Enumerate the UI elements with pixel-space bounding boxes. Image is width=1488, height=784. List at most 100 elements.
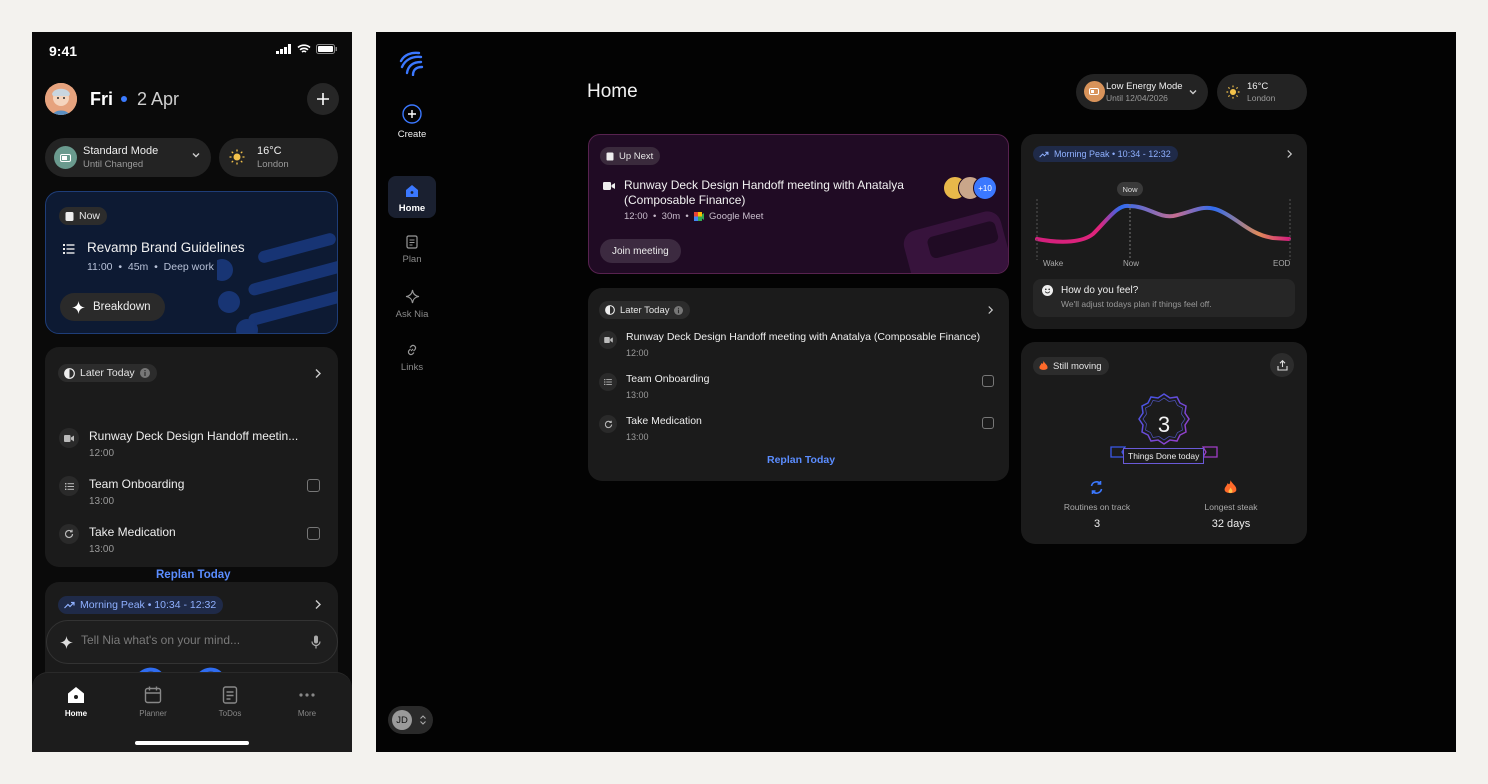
up-next-meta: 12:00 • 30m • Google Meet [624, 211, 764, 222]
nav-plan[interactable]: Plan [388, 235, 436, 265]
later-item-title[interactable]: Runway Deck Design Handoff meeting with … [626, 331, 980, 343]
repeat-icon [599, 415, 617, 433]
plus-circle-icon [402, 104, 422, 124]
battery-mode-icon [1084, 81, 1105, 102]
later-today-card[interactable]: Later Today Runway Deck Design Handoff m… [588, 288, 1009, 481]
avatar[interactable] [45, 83, 77, 115]
sparkle-icon [60, 636, 73, 649]
now-title: Revamp Brand Guidelines [87, 240, 245, 255]
home-icon [406, 185, 418, 197]
sun-icon [1226, 85, 1240, 99]
sparkle-icon [72, 300, 85, 314]
attendee-more-badge: +10 [973, 176, 997, 200]
signal-icon [276, 44, 291, 54]
chevron-right-icon[interactable] [1286, 149, 1293, 159]
flame-icon [1039, 361, 1048, 370]
ask-nia-input-bar[interactable] [46, 620, 338, 664]
task-checkbox[interactable] [307, 527, 320, 540]
tab-todos[interactable]: ToDos [200, 685, 260, 718]
trend-up-icon [1039, 151, 1049, 157]
feel-check-in[interactable]: How do you feel? We'll adjust todays pla… [1033, 279, 1295, 317]
later-item-time: 12:00 [626, 348, 649, 358]
task-checkbox[interactable] [982, 375, 994, 387]
join-meeting-button[interactable]: Join meeting [600, 239, 681, 263]
weather-temp: 16°C [257, 145, 282, 157]
status-icons [276, 44, 338, 54]
desktop-screen: Create Home Plan Ask Nia Links JD Home L… [376, 32, 1456, 752]
tab-planner[interactable]: Planner [123, 685, 183, 718]
app-logo [399, 51, 424, 76]
later-item-title[interactable]: Take Medication [626, 415, 702, 427]
chevron-updown-icon [420, 715, 426, 725]
calendar-icon [144, 686, 162, 704]
repeat-icon [59, 524, 79, 544]
share-button[interactable] [1270, 353, 1294, 377]
still-moving-card[interactable]: Still moving 3 Things Done today Routine… [1021, 342, 1307, 544]
later-today-tag: Later Today [58, 364, 157, 382]
up-next-title: Runway Deck Design Handoff meeting with … [624, 178, 904, 207]
user-menu[interactable]: JD [388, 706, 433, 734]
nav-ask-nia[interactable]: Ask Nia [388, 289, 436, 320]
task-checkbox[interactable] [307, 479, 320, 492]
add-button[interactable] [307, 83, 339, 115]
replan-today-link[interactable]: Replan Today [156, 569, 231, 581]
trend-up-icon [64, 601, 75, 609]
share-icon [1276, 359, 1288, 371]
chevron-right-icon[interactable] [314, 599, 322, 610]
tab-bar: Home Planner ToDos More [32, 672, 352, 752]
morning-peak-card[interactable]: Morning Peak • 10:34 - 12:32 Now Wake No… [1021, 134, 1307, 329]
up-next-card[interactable]: Up Next Runway Deck Design Handoff meeti… [588, 134, 1009, 274]
later-item-title[interactable]: Runway Deck Design Handoff meetin... [89, 429, 298, 443]
weather-city: London [1247, 93, 1276, 103]
stat-label: Longest steak [1204, 502, 1258, 512]
chevron-right-icon[interactable] [314, 368, 322, 379]
decorative-stripes [217, 233, 337, 333]
now-meta: 11:00 • 45m • Deep work [87, 261, 214, 273]
chevron-down-icon [192, 153, 200, 158]
sun-icon [229, 149, 245, 165]
morning-peak-tag: Morning Peak • 10:34 - 12:32 [1033, 146, 1178, 162]
info-icon [674, 305, 684, 315]
stat-value: 3 [1093, 518, 1101, 530]
weather-widget[interactable]: 16°C London [1217, 74, 1307, 110]
later-item-title[interactable]: Take Medication [89, 525, 176, 539]
still-moving-tag: Still moving [1033, 357, 1109, 375]
weather-temp: 16°C [1247, 81, 1269, 92]
things-done-ribbon: Things Done today [1123, 448, 1205, 464]
chevron-right-icon[interactable] [987, 305, 994, 315]
axis-label-now: Now [1123, 259, 1140, 268]
create-button[interactable]: Create [388, 104, 436, 140]
nav-home[interactable]: Home [388, 176, 436, 218]
clipboard-icon [606, 152, 614, 160]
link-icon [407, 344, 417, 356]
header-date: 2 Apr [137, 89, 180, 109]
replan-today-link[interactable]: Replan Today [767, 454, 835, 466]
list-icon [63, 244, 75, 254]
attendee-avatars[interactable]: +10 [943, 176, 997, 200]
tab-more[interactable]: More [277, 685, 337, 718]
plus-icon [317, 93, 329, 105]
mode-selector[interactable]: Standard Mode Until Changed [45, 138, 211, 177]
later-today-card[interactable]: Later Today Runway Deck Design Handoff m… [45, 347, 338, 581]
mobile-screen: 9:41 Fri 2 Apr Standard Mode Until Chang… [32, 32, 352, 752]
ask-nia-input[interactable] [81, 633, 291, 647]
later-item-title[interactable]: Team Onboarding [89, 477, 184, 491]
mode-selector[interactable]: Low Energy Mode Until 12/04/2026 [1076, 74, 1208, 110]
stat-value: 32 days [1211, 518, 1251, 530]
decorative-calendar [903, 211, 1008, 273]
page-title: Home [587, 81, 638, 102]
list-icon [599, 373, 617, 391]
home-indicator [135, 741, 249, 745]
later-item-title[interactable]: Team Onboarding [626, 373, 709, 385]
tab-home[interactable]: Home [46, 685, 106, 718]
status-time: 9:41 [49, 43, 78, 59]
breakdown-button[interactable]: Breakdown [60, 293, 165, 321]
later-today-tag: Later Today [599, 301, 691, 319]
now-card[interactable]: Now Revamp Brand Guidelines 11:00 • 45m … [45, 191, 338, 334]
nav-links[interactable]: Links [388, 343, 436, 373]
half-circle-icon [605, 305, 615, 315]
microphone-icon[interactable] [311, 635, 321, 649]
weather-widget[interactable]: 16°C London [219, 138, 338, 177]
feel-title: How do you feel? [1061, 285, 1139, 296]
task-checkbox[interactable] [982, 417, 994, 429]
